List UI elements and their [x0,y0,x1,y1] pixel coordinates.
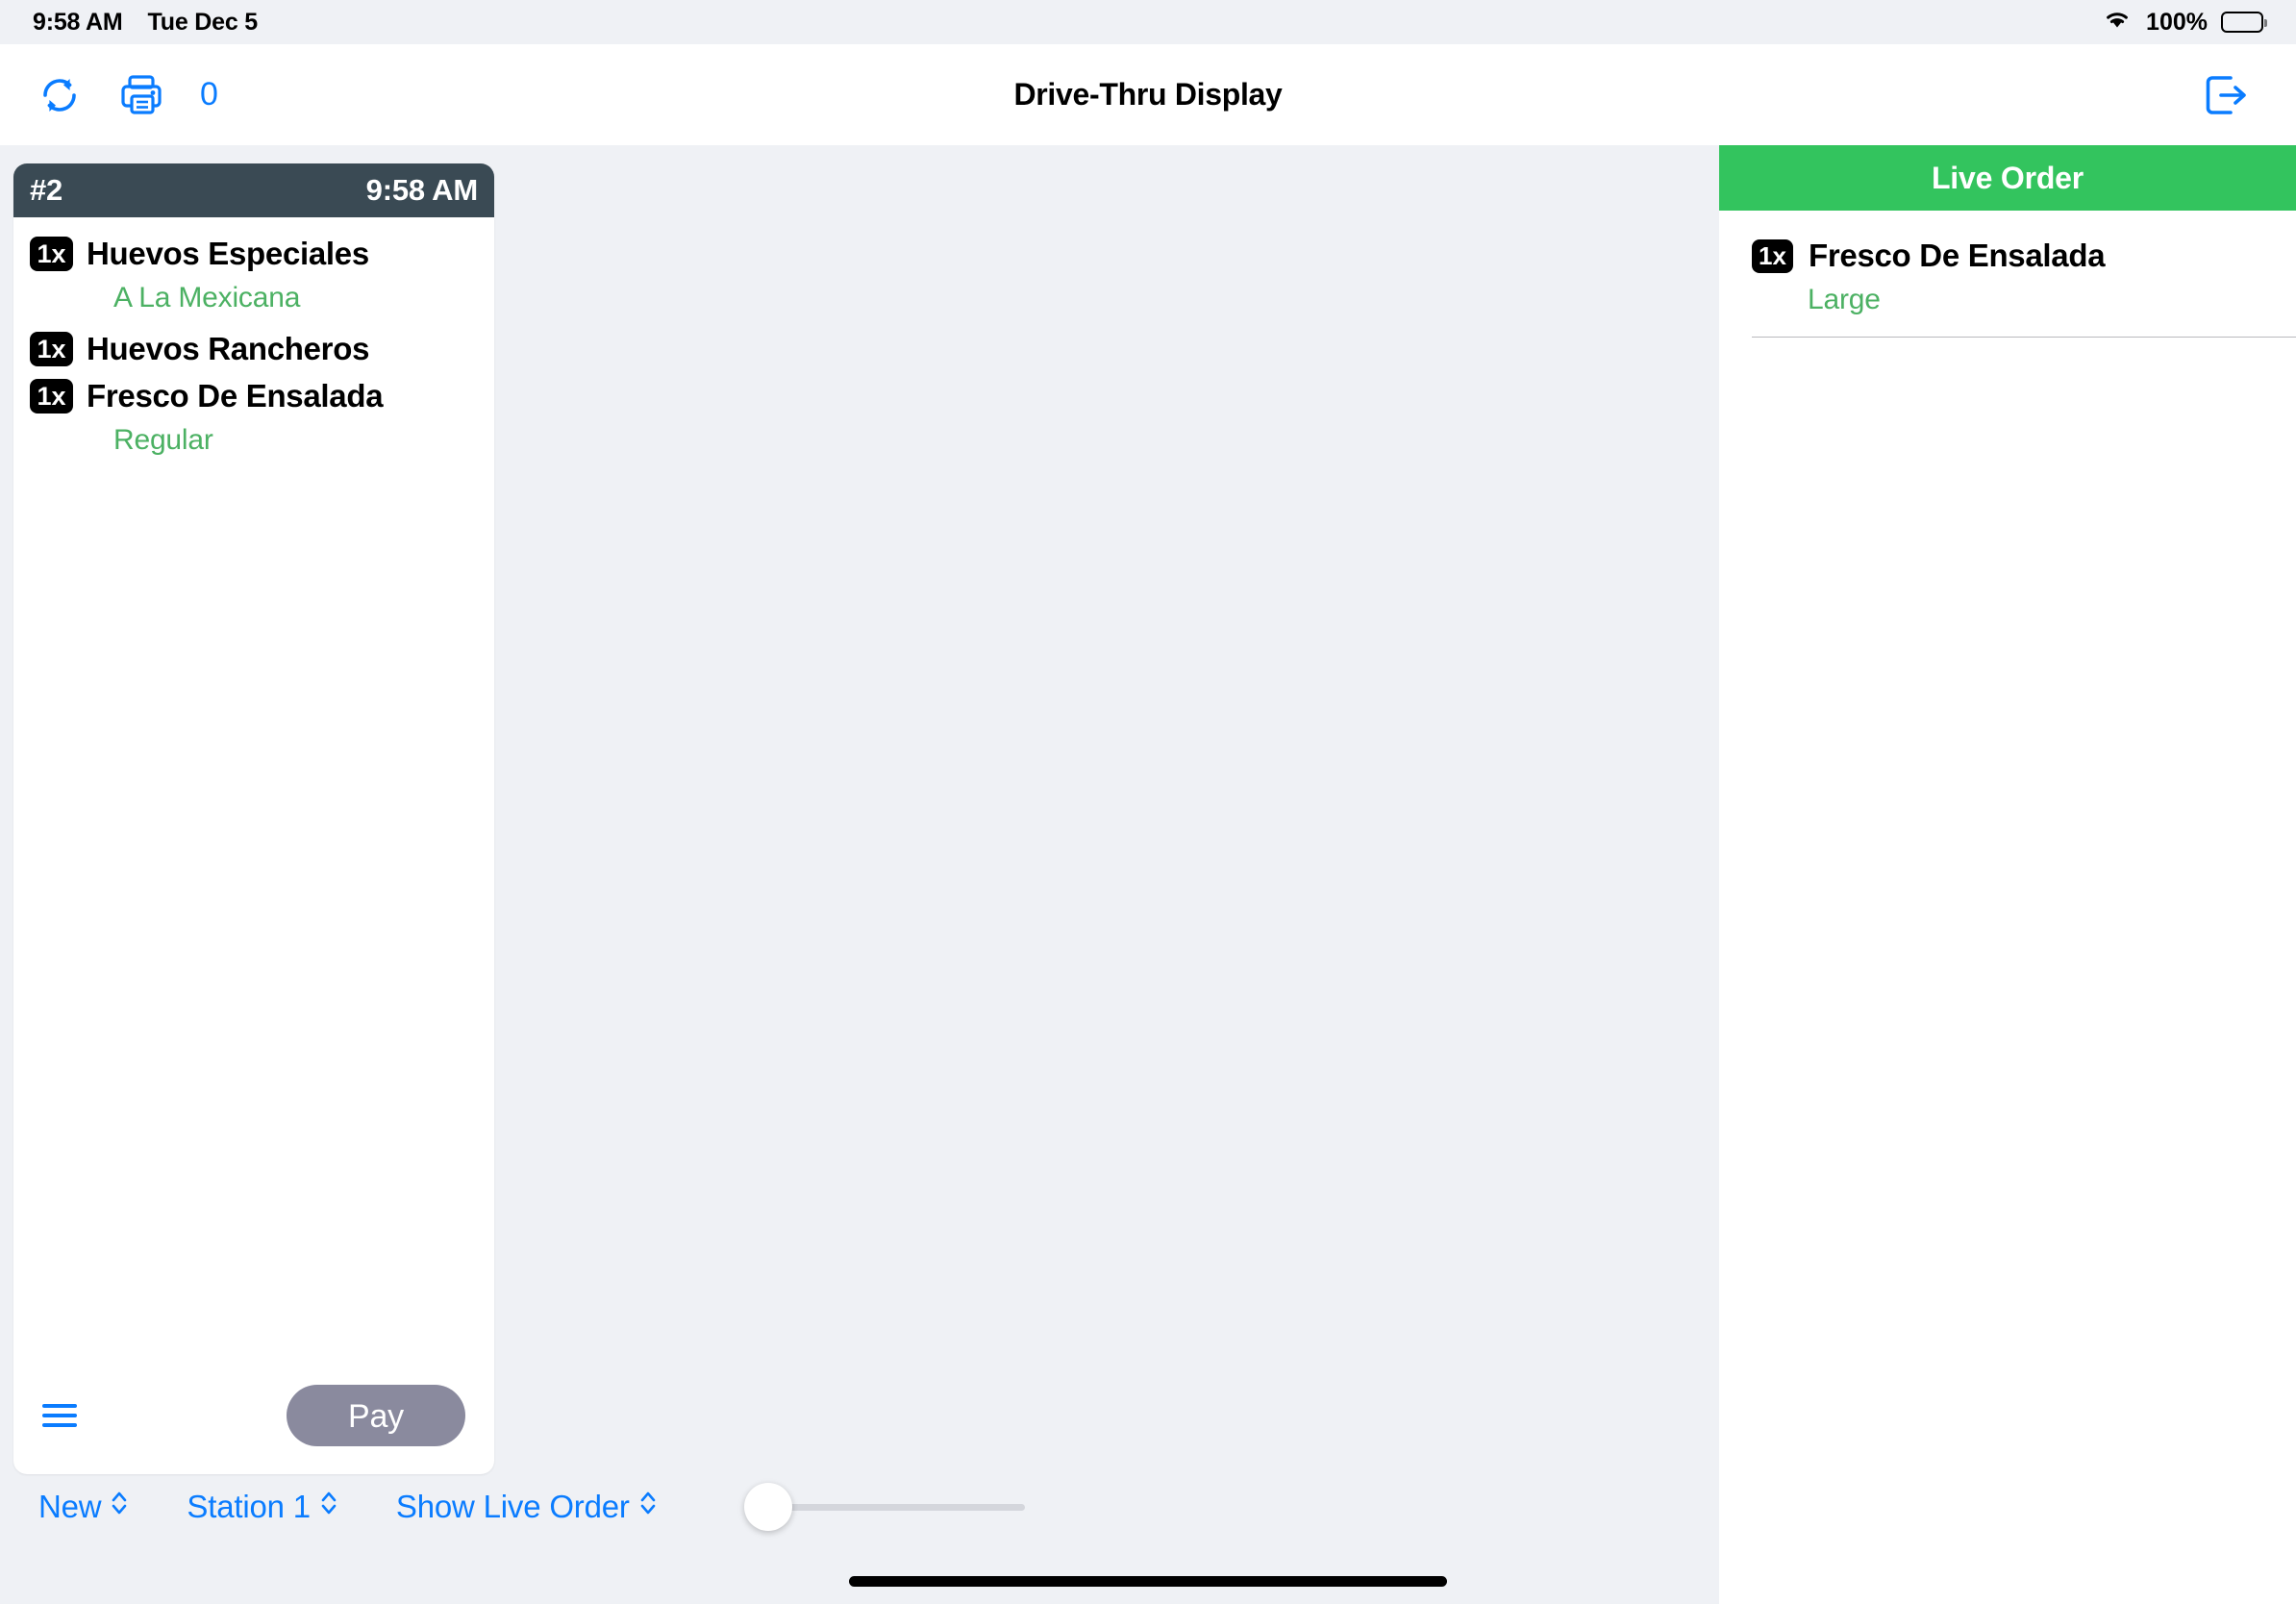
hamburger-menu-icon[interactable] [42,1404,77,1427]
list-item[interactable]: 1x Fresco De Ensalada Regular [13,369,494,464]
home-indicator [849,1576,1447,1587]
item-name: Huevos Especiales [87,236,369,271]
live-order-header: Live Order [1719,145,2296,211]
status-time: 9:58 AM [33,8,123,36]
page-title: Drive-Thru Display [1013,77,1283,112]
status-bar: 9:58 AM Tue Dec 5 100% [0,0,2296,44]
filter-picker[interactable]: New [38,1487,129,1527]
live-order-title: Live Order [1931,160,2084,195]
nav-bar-right-actions [2202,44,2250,145]
order-time: 9:58 AM [365,173,479,207]
quantity-badge: 1x [30,332,73,366]
order-card-footer: Pay [13,1366,494,1474]
live-order-items: 1x Fresco De Ensalada Large [1719,211,2296,338]
list-item[interactable]: 1x Huevos Rancheros [13,322,494,369]
item-modifier: A La Mexicana [113,282,301,313]
station-picker[interactable]: Station 1 [187,1487,337,1527]
exit-icon[interactable] [2202,72,2250,118]
pay-button[interactable]: Pay [287,1385,465,1446]
chevron-up-down-icon [638,1487,658,1527]
status-bar-right: 100% [2102,8,2267,38]
chevron-up-down-icon [110,1487,129,1527]
item-name: Fresco De Ensalada [1809,238,2106,273]
item-name: Fresco De Ensalada [87,378,384,414]
status-date: Tue Dec 5 [147,8,259,36]
list-item[interactable]: 1x Huevos Especiales A La Mexicana [13,227,494,322]
main-content: #2 9:58 AM 1x Huevos Especiales A La Mex… [0,145,2296,1604]
quantity-badge: 1x [1752,239,1793,273]
list-item[interactable]: 1x Fresco De Ensalada Large [1719,211,2296,338]
order-card-header: #2 9:58 AM [13,163,494,217]
battery-percent: 100% [2146,8,2208,36]
item-name: Huevos Rancheros [87,331,370,366]
quantity-badge: 1x [30,237,73,271]
filter-picker-label: New [38,1489,102,1524]
quantity-badge: 1x [30,379,73,414]
slider-thumb[interactable] [743,1483,792,1531]
battery-full-icon [2221,12,2267,33]
live-order-picker-label: Show Live Order [395,1489,630,1524]
order-number: #2 [30,173,63,207]
item-modifier: Regular [113,424,213,456]
chevron-up-down-icon [319,1487,338,1527]
wifi-icon [2102,8,2133,38]
item-modifier: Large [1808,284,1881,315]
order-card-items: 1x Huevos Especiales A La Mexicana 1x Hu… [13,217,494,1366]
order-card[interactable]: #2 9:58 AM 1x Huevos Especiales A La Mex… [13,163,494,1474]
live-order-picker[interactable]: Show Live Order [396,1487,658,1527]
bottom-toolbar: New Station 1 Show Live Order [0,1471,1719,1542]
zoom-slider[interactable] [743,1483,1025,1531]
station-picker-label: Station 1 [187,1489,311,1524]
live-order-panel: Live Order 1x Fresco De Ensalada Large [1719,145,2296,1604]
divider [1752,337,2296,338]
nav-bar: 0 Drive-Thru Display [0,44,2296,145]
status-bar-left: 9:58 AM Tue Dec 5 [33,9,258,37]
